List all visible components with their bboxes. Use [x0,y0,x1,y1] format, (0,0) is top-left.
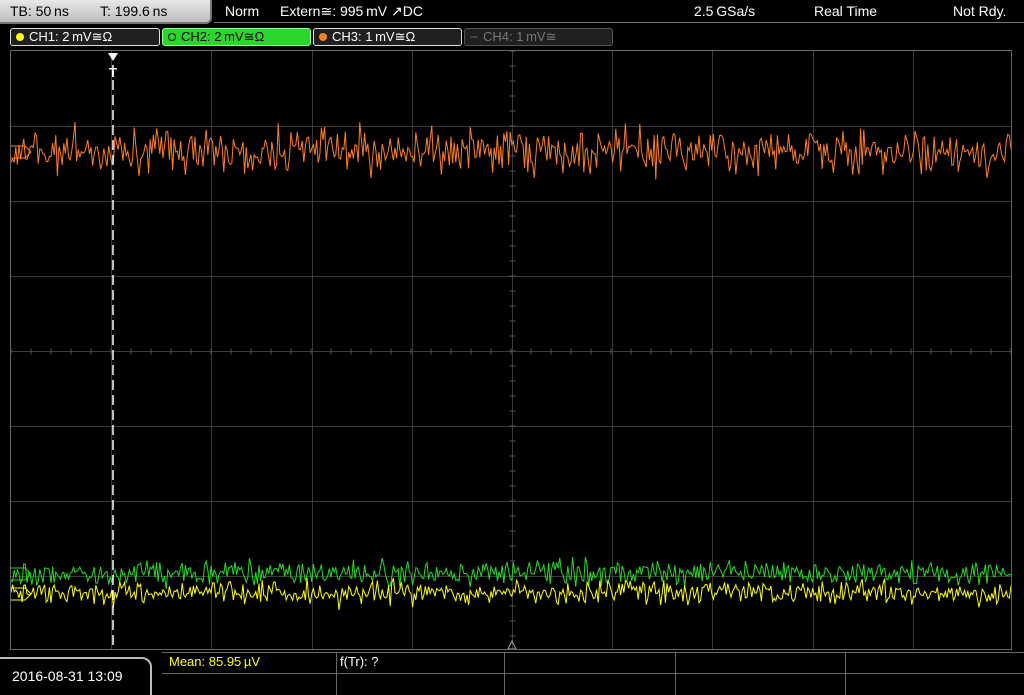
ch1-dot-icon [16,33,24,41]
channel-4-label[interactable]: CH4: 1 mV≅ [464,28,613,46]
channel-1-text: CH1: 2 mV≅Ω [29,29,113,44]
channel-2-label[interactable]: CH2: 2 mV≅Ω [162,28,311,46]
measurement-panel: Mean: 85.95 µV f(Tr): ? [162,652,1024,695]
timebase-label: TB: 50 ns [10,3,69,19]
status-divider [214,22,1024,23]
trigger-mode[interactable]: Norm [225,0,259,22]
channel-3-text: CH3: 1 mV≅Ω [332,29,416,44]
trigger-marker-label: T [109,65,117,80]
waveform-svg: T [11,51,1011,649]
ch2-trace [11,556,1011,590]
mean-readout: Mean: 85.95 µV [169,654,261,669]
trigger-source[interactable]: Extern≅: 995 mV ↗DC [280,0,423,22]
measurement-cell-freq[interactable]: f(Tr): ? [337,652,505,695]
datetime-text: 2016-08-31 13:09 [12,668,123,684]
ch3-dot-icon [319,33,327,41]
freq-readout: f(Tr): ? [340,654,379,669]
measurement-cell-5[interactable] [846,652,1024,695]
channel-2-text: CH2: 2 mV≅Ω [181,29,265,44]
channel-4-text: CH4: 1 mV≅ [483,29,557,44]
status-bar: TB: 50 ns T: 199.6 ns Norm Extern≅: 995 … [0,0,1024,24]
acquisition-mode[interactable]: Real Time [814,0,877,22]
ch4-dash-icon [470,36,478,38]
datetime-box: 2016-08-31 13:09 [0,657,152,695]
run-status: Not Rdy. [953,3,1007,19]
measurement-cell-mean[interactable]: Mean: 85.95 µV [162,652,337,695]
measurement-cell-3[interactable] [505,652,676,695]
ch2-dot-icon [168,33,176,41]
trigger-time-label: T: 199.6 ns [100,3,168,19]
channel-3-label[interactable]: CH3: 1 mV≅Ω [313,28,462,46]
channel-1-label[interactable]: CH1: 2 mV≅Ω [10,28,160,46]
ch1-trace [11,577,1011,610]
timebase-box[interactable]: TB: 50 ns T: 199.6 ns [0,0,212,24]
waveform-display[interactable]: T [10,50,1012,650]
measurement-cell-4[interactable] [676,652,846,695]
sample-rate[interactable]: 2.5 GSa/s [694,0,755,22]
trigger-arrow-icon [108,53,118,61]
